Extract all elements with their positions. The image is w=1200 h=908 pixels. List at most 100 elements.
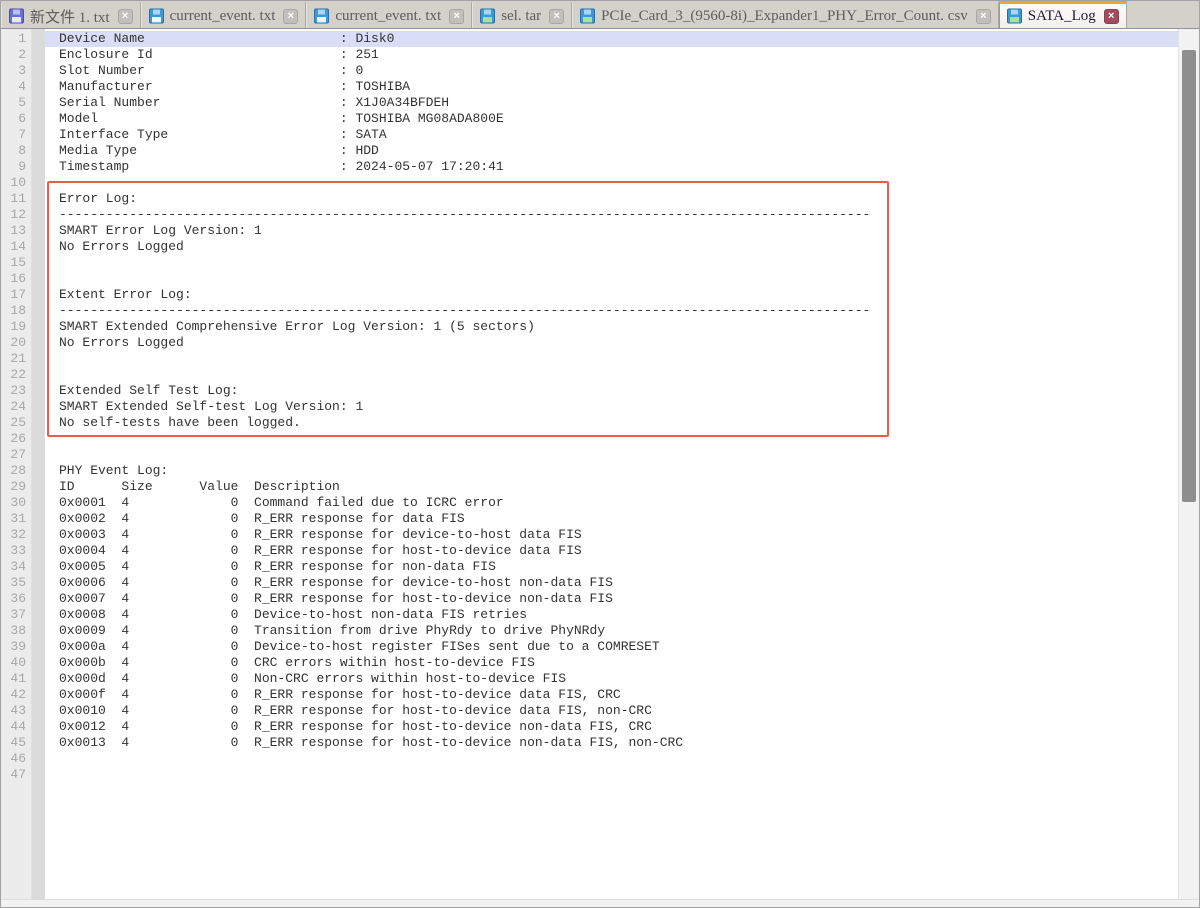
code-line <box>59 767 1178 783</box>
tab-sata-log[interactable]: SATA_Log × <box>999 1 1127 28</box>
line-number: 17 <box>1 287 31 303</box>
line-number: 4 <box>1 79 31 95</box>
tab-current-event-2[interactable]: current_event. txt × <box>306 1 472 28</box>
line-number: 15 <box>1 255 31 271</box>
tab-label: 新文件 1. txt <box>30 6 110 27</box>
code-line: ID Size Value Description <box>59 479 1178 495</box>
line-number: 16 <box>1 271 31 287</box>
tab-bar: 新文件 1. txt×current_event. txt×current_ev… <box>1 1 1199 29</box>
line-number: 10 <box>1 175 31 191</box>
line-number: 28 <box>1 463 31 479</box>
code-line: 0x000b 4 0 CRC errors within host-to-dev… <box>59 655 1178 671</box>
tab-new-file[interactable]: 新文件 1. txt × <box>1 1 141 28</box>
line-number: 24 <box>1 399 31 415</box>
close-icon[interactable]: × <box>118 9 133 24</box>
line-number: 27 <box>1 447 31 463</box>
line-number: 19 <box>1 319 31 335</box>
code-area[interactable]: Device Name : Disk0Enclosure Id : 251Slo… <box>45 29 1178 899</box>
line-number: 43 <box>1 703 31 719</box>
line-number: 8 <box>1 143 31 159</box>
line-number: 42 <box>1 687 31 703</box>
line-number: 25 <box>1 415 31 431</box>
line-number: 13 <box>1 223 31 239</box>
line-number: 5 <box>1 95 31 111</box>
editor-area: 1234567891011121314151617181920212223242… <box>1 29 1199 899</box>
line-number: 47 <box>1 767 31 783</box>
fold-margin <box>32 29 45 899</box>
line-number: 33 <box>1 543 31 559</box>
line-number: 26 <box>1 431 31 447</box>
code-line: Timestamp : 2024-05-07 17:20:41 <box>59 159 1178 175</box>
code-line: Serial Number : X1J0A34BFDEH <box>59 95 1178 111</box>
line-number: 7 <box>1 127 31 143</box>
line-number: 32 <box>1 527 31 543</box>
line-number: 31 <box>1 511 31 527</box>
line-number: 3 <box>1 63 31 79</box>
line-number: 35 <box>1 575 31 591</box>
tab-label: current_event. txt <box>335 8 441 25</box>
annotation-rectangle <box>47 181 889 437</box>
line-number: 45 <box>1 735 31 751</box>
line-number: 11 <box>1 191 31 207</box>
code-line: 0x000a 4 0 Device-to-host register FISes… <box>59 639 1178 655</box>
code-line: Enclosure Id : 251 <box>59 47 1178 63</box>
line-number: 29 <box>1 479 31 495</box>
line-number: 37 <box>1 607 31 623</box>
code-line: 0x0012 4 0 R_ERR response for host-to-de… <box>59 719 1178 735</box>
line-number: 34 <box>1 559 31 575</box>
tab-pcie-csv[interactable]: PCIe_Card_3_(9560-8i)_Expander1_PHY_Erro… <box>572 1 999 28</box>
line-number: 36 <box>1 591 31 607</box>
tab-label: current_event. txt <box>170 8 276 25</box>
code-line: 0x000d 4 0 Non-CRC errors within host-to… <box>59 671 1178 687</box>
line-number: 46 <box>1 751 31 767</box>
close-icon[interactable]: × <box>1104 9 1119 24</box>
close-icon[interactable]: × <box>549 9 564 24</box>
tab-sel-tar[interactable]: sel. tar × <box>472 1 572 28</box>
code-line: Model : TOSHIBA MG08ADA800E <box>59 111 1178 127</box>
scrollbar-thumb[interactable] <box>1182 50 1196 502</box>
editor-window: 新文件 1. txt×current_event. txt×current_ev… <box>0 0 1200 908</box>
line-number: 40 <box>1 655 31 671</box>
floppy-disk-icon <box>148 8 165 24</box>
horizontal-scrollbar-area[interactable] <box>1 899 1199 907</box>
line-number: 2 <box>1 47 31 63</box>
line-number: 23 <box>1 383 31 399</box>
line-number: 44 <box>1 719 31 735</box>
close-icon[interactable]: × <box>976 9 991 24</box>
code-line: 0x0010 4 0 R_ERR response for host-to-de… <box>59 703 1178 719</box>
code-line: 0x0006 4 0 R_ERR response for device-to-… <box>59 575 1178 591</box>
floppy-disk-icon <box>8 8 25 24</box>
code-line: 0x0007 4 0 R_ERR response for host-to-de… <box>59 591 1178 607</box>
code-line: 0x0004 4 0 R_ERR response for host-to-de… <box>59 543 1178 559</box>
code-line: 0x0008 4 0 Device-to-host non-data FIS r… <box>59 607 1178 623</box>
line-number-gutter: 1234567891011121314151617181920212223242… <box>1 29 32 899</box>
tab-current-event-1[interactable]: current_event. txt × <box>141 1 307 28</box>
code-line: 0x0009 4 0 Transition from drive PhyRdy … <box>59 623 1178 639</box>
tab-label: sel. tar <box>501 8 541 25</box>
line-number: 14 <box>1 239 31 255</box>
line-number: 41 <box>1 671 31 687</box>
line-number: 9 <box>1 159 31 175</box>
code-line: 0x0002 4 0 R_ERR response for data FIS <box>59 511 1178 527</box>
line-number: 18 <box>1 303 31 319</box>
code-line: Media Type : HDD <box>59 143 1178 159</box>
code-line: Device Name : Disk0 <box>59 31 1178 47</box>
tab-label: PCIe_Card_3_(9560-8i)_Expander1_PHY_Erro… <box>601 8 968 25</box>
line-number: 38 <box>1 623 31 639</box>
line-number: 22 <box>1 367 31 383</box>
tab-label: SATA_Log <box>1028 8 1096 25</box>
line-number: 39 <box>1 639 31 655</box>
line-number: 12 <box>1 207 31 223</box>
floppy-disk-icon <box>1006 8 1023 24</box>
code-line: PHY Event Log: <box>59 463 1178 479</box>
code-line <box>59 447 1178 463</box>
floppy-disk-icon <box>579 8 596 24</box>
vertical-scrollbar[interactable] <box>1178 29 1199 899</box>
close-icon[interactable]: × <box>449 9 464 24</box>
line-number: 30 <box>1 495 31 511</box>
floppy-disk-icon <box>313 8 330 24</box>
line-number: 20 <box>1 335 31 351</box>
code-line: Manufacturer : TOSHIBA <box>59 79 1178 95</box>
close-icon[interactable]: × <box>283 9 298 24</box>
code-line: 0x0001 4 0 Command failed due to ICRC er… <box>59 495 1178 511</box>
